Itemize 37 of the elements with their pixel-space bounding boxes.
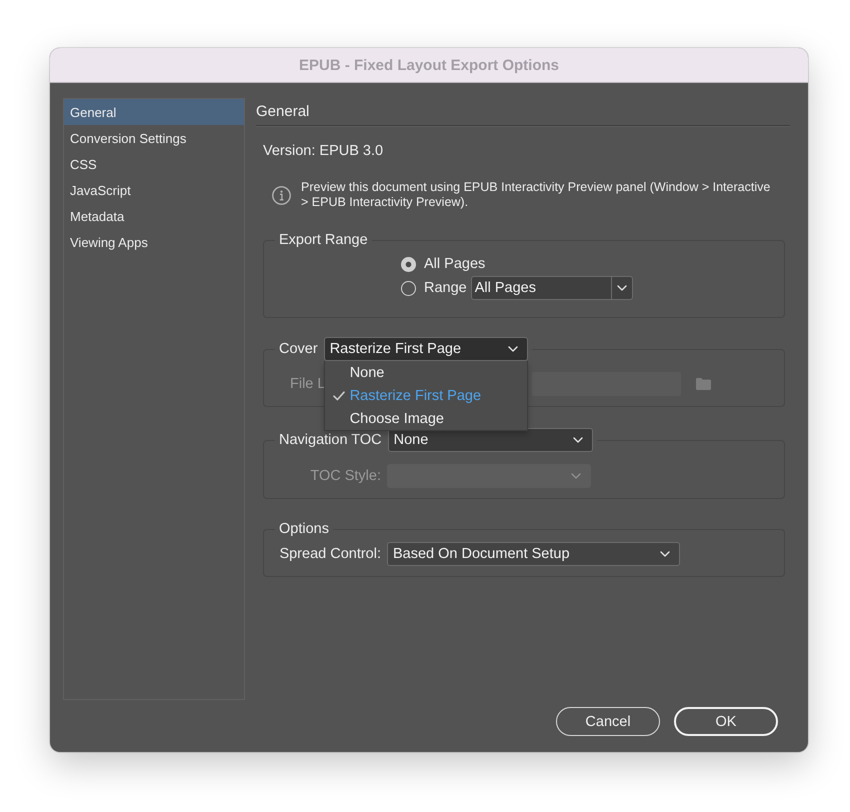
cover-select[interactable]: Rasterize First Page <box>324 337 528 361</box>
file-location-label: File L <box>290 376 326 392</box>
sidebar-item[interactable]: JavaScript <box>64 177 244 203</box>
chevron-down-icon <box>572 437 583 443</box>
chevron-down-icon <box>660 551 670 557</box>
radio-label[interactable]: All Pages <box>424 256 486 272</box>
chevron-down-icon <box>571 473 581 479</box>
info-text: Preview this document using EPUB Interactivity Preview panel (Window > Interactive > EPUB Interactivity Preview). <box>301 180 772 210</box>
info-icon <box>272 186 291 204</box>
cover-label: Cover <box>279 341 318 357</box>
menu-item[interactable]: Choose Image <box>324 407 527 430</box>
menu-item[interactable]: None <box>324 361 527 384</box>
radio-button[interactable] <box>401 280 416 296</box>
chevron-down-icon <box>508 346 518 352</box>
sidebar-item[interactable]: Metadata <box>64 203 244 229</box>
range-select[interactable]: All Pages <box>470 276 633 300</box>
sidebar-item[interactable]: General <box>64 99 244 125</box>
group-title: Options <box>278 520 330 538</box>
sidebar-item[interactable]: CSS <box>64 151 244 177</box>
cancel-button[interactable]: Cancel <box>556 707 660 736</box>
navigation-toc-select[interactable]: None <box>388 428 593 452</box>
sidebar-item[interactable]: Viewing Apps <box>64 229 244 255</box>
check-icon <box>332 390 345 400</box>
ok-button[interactable]: OK <box>674 707 778 736</box>
toc-style-label: TOC Style: <box>310 468 381 484</box>
sidebar-item[interactable]: Conversion Settings <box>64 125 244 151</box>
group-title: Export Range <box>278 231 369 249</box>
version-text: Version: EPUB 3.0 <box>262 142 384 161</box>
radio-button[interactable] <box>401 256 416 272</box>
section-heading: General <box>256 98 790 126</box>
spread-control-select[interactable]: Based On Document Setup <box>387 542 680 566</box>
folder-icon[interactable] <box>696 378 711 390</box>
navigation-toc-label: Navigation TOC <box>279 432 382 448</box>
spread-control-label: Spread Control: <box>279 546 381 562</box>
window-title: EPUB - Fixed Layout Export Options <box>298 56 560 74</box>
radio-label[interactable]: Range <box>424 280 467 296</box>
chevron-down-icon <box>616 285 627 291</box>
